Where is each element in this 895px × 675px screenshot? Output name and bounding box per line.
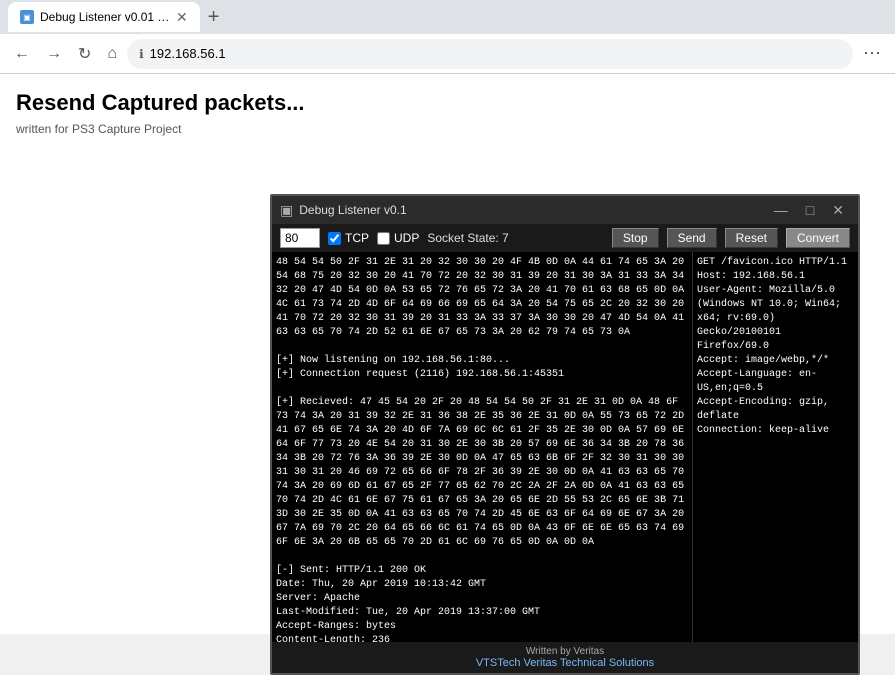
home-button[interactable]: ⌂ [101, 41, 123, 67]
page-title: Resend Captured packets... [16, 90, 879, 116]
close-button[interactable]: ✕ [826, 200, 850, 221]
tcp-checkbox[interactable] [328, 232, 341, 245]
debug-window-title: Debug Listener v0.1 [299, 203, 762, 217]
tab-label: Debug Listener v0.01 by VTSTe... [40, 10, 170, 24]
stop-button[interactable]: Stop [612, 228, 659, 248]
page-content: Resend Captured packets... written for P… [0, 74, 895, 634]
udp-label: UDP [394, 231, 419, 245]
debug-toolbar: TCP UDP Socket State: 7 Stop Send Reset … [272, 224, 858, 252]
udp-checkbox[interactable] [377, 232, 390, 245]
page-subtitle: written for PS3 Capture Project [16, 122, 879, 136]
new-tab-button[interactable]: + [200, 6, 228, 29]
udp-checkbox-group: UDP [377, 231, 419, 245]
more-options-button[interactable]: ⋯ [857, 39, 887, 68]
browser-tab-bar: ▣ Debug Listener v0.01 by VTSTe... ✕ + [0, 0, 895, 34]
refresh-button[interactable]: ↻ [72, 40, 97, 68]
url-display: 192.168.56.1 [150, 46, 841, 61]
debug-window-icon: ▣ [280, 202, 293, 219]
hex-content: 48 54 54 50 2F 31 2E 31 20 32 30 30 20 4… [276, 256, 688, 642]
browser-nav-bar: ← → ↻ ⌂ ℹ 192.168.56.1 ⋯ [0, 34, 895, 74]
convert-button[interactable]: Convert [786, 228, 850, 248]
send-button[interactable]: Send [667, 228, 717, 248]
ascii-content: GET /favicon.ico HTTP/1.1 Host: 192.168.… [697, 256, 854, 438]
tab-close-button[interactable]: ✕ [176, 9, 188, 26]
address-bar[interactable]: ℹ 192.168.56.1 [127, 39, 853, 69]
minimize-button[interactable]: — [768, 200, 794, 220]
tcp-label: TCP [345, 231, 369, 245]
debug-main-area: 48 54 54 50 2F 31 2E 31 20 32 30 30 20 4… [272, 252, 858, 642]
debug-footer: Written by Veritas VTSTech Veritas Techn… [272, 642, 858, 673]
lock-icon: ℹ [139, 47, 144, 61]
socket-state: Socket State: 7 [427, 231, 604, 245]
tab-favicon: ▣ [20, 10, 34, 24]
reset-button[interactable]: Reset [725, 228, 778, 248]
debug-titlebar: ▣ Debug Listener v0.1 — □ ✕ [272, 196, 858, 224]
ascii-panel[interactable]: GET /favicon.ico HTTP/1.1 Host: 192.168.… [692, 252, 858, 642]
maximize-button[interactable]: □ [800, 200, 820, 220]
footer-line1: Written by Veritas [276, 646, 854, 657]
back-button[interactable]: ← [8, 41, 36, 67]
port-input[interactable] [280, 228, 320, 248]
debug-window: ▣ Debug Listener v0.1 — □ ✕ TCP UDP Sock… [270, 194, 860, 675]
active-tab[interactable]: ▣ Debug Listener v0.01 by VTSTe... ✕ [8, 2, 200, 32]
hex-panel[interactable]: 48 54 54 50 2F 31 2E 31 20 32 30 30 20 4… [272, 252, 692, 642]
forward-button[interactable]: → [40, 41, 68, 67]
footer-line2: VTSTech Veritas Technical Solutions [276, 657, 854, 669]
tcp-checkbox-group: TCP [328, 231, 369, 245]
